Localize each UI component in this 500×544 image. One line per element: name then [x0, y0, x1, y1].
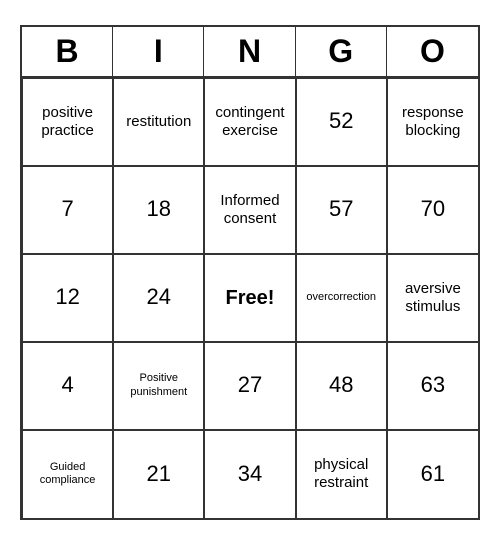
- bingo-cell: overcorrection: [296, 254, 387, 342]
- bingo-cell: response blocking: [387, 78, 478, 166]
- header-letter: G: [296, 27, 387, 76]
- bingo-cell: 61: [387, 430, 478, 518]
- bingo-card: BINGO positive practicerestitutioncontin…: [20, 25, 480, 520]
- bingo-cell: 12: [22, 254, 113, 342]
- header-letter: N: [204, 27, 295, 76]
- bingo-cell: 57: [296, 166, 387, 254]
- bingo-cell: aversive stimulus: [387, 254, 478, 342]
- bingo-cell: 4: [22, 342, 113, 430]
- bingo-cell: Informed consent: [204, 166, 295, 254]
- bingo-cell: physical restraint: [296, 430, 387, 518]
- header-letter: I: [113, 27, 204, 76]
- bingo-cell: contingent exercise: [204, 78, 295, 166]
- bingo-cell: 27: [204, 342, 295, 430]
- bingo-header: BINGO: [22, 27, 478, 78]
- bingo-cell: 7: [22, 166, 113, 254]
- bingo-cell: Positive punishment: [113, 342, 204, 430]
- bingo-cell: restitution: [113, 78, 204, 166]
- bingo-cell: 34: [204, 430, 295, 518]
- bingo-cell: 24: [113, 254, 204, 342]
- header-letter: O: [387, 27, 478, 76]
- bingo-grid: positive practicerestitutioncontingent e…: [22, 78, 478, 518]
- bingo-cell: 63: [387, 342, 478, 430]
- bingo-cell: Free!: [204, 254, 295, 342]
- bingo-cell: 70: [387, 166, 478, 254]
- bingo-cell: 21: [113, 430, 204, 518]
- bingo-cell: 18: [113, 166, 204, 254]
- bingo-cell: 48: [296, 342, 387, 430]
- bingo-cell: 52: [296, 78, 387, 166]
- bingo-cell: Guided compliance: [22, 430, 113, 518]
- bingo-cell: positive practice: [22, 78, 113, 166]
- header-letter: B: [22, 27, 113, 76]
